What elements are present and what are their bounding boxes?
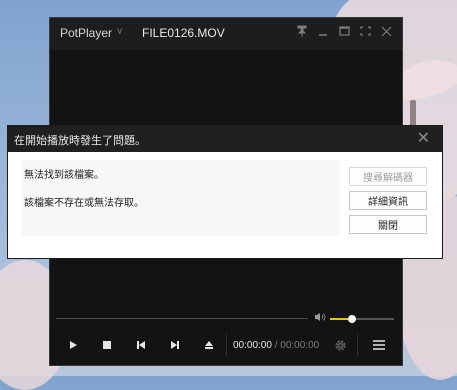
dialog-titlebar: 在開始播放時發生了問題。 ✕ (8, 126, 442, 152)
close-button[interactable]: 關閉 (349, 215, 427, 234)
player-titlebar: PotPlayer ∨ FILE0126.MOV (50, 18, 402, 50)
pin-icon[interactable] (297, 25, 307, 41)
error-message-no-access: 該檔案不存在或無法存取。 (24, 198, 144, 209)
volume-slider[interactable] (330, 315, 394, 323)
time-current: 00:00:00 (233, 339, 272, 351)
brand-menu-caret-icon[interactable]: ∨ (116, 26, 123, 37)
volume-icon[interactable] (314, 312, 326, 325)
time-separator: / (274, 339, 278, 351)
eject-icon[interactable] (192, 330, 226, 360)
minimize-icon[interactable] (318, 25, 328, 41)
time-total: 00:00:00 (280, 339, 320, 351)
dialog-close-icon[interactable]: ✕ (417, 129, 430, 147)
error-dialog: 在開始播放時發生了問題。 ✕ 無法找到該檔案。 該檔案不存在或無法存取。 搜尋解… (7, 125, 443, 259)
control-separator (357, 334, 359, 356)
settings-gear-icon[interactable] (323, 330, 357, 360)
menu-hamburger-icon[interactable] (362, 330, 396, 360)
search-codec-button[interactable]: 搜尋解碼器 (349, 167, 427, 186)
fullscreen-icon[interactable] (360, 25, 371, 41)
stop-icon[interactable] (90, 330, 124, 360)
close-icon[interactable] (381, 25, 392, 41)
next-icon[interactable] (158, 330, 192, 360)
previous-icon[interactable] (124, 330, 158, 360)
play-icon[interactable] (56, 330, 90, 360)
time-display[interactable]: 00:00:00 / 00:00:00 (233, 340, 319, 351)
details-button[interactable]: 詳細資訊 (349, 191, 427, 210)
seek-bar[interactable] (56, 318, 308, 319)
player-brand[interactable]: PotPlayer (60, 26, 112, 40)
volume-knob[interactable] (348, 315, 357, 323)
control-separator (226, 334, 227, 356)
file-title: FILE0126.MOV (142, 26, 225, 40)
error-message-not-found: 無法找到該檔案。 (24, 170, 104, 181)
control-bar: 00:00:00 / 00:00:00 (56, 330, 396, 360)
dialog-title: 在開始播放時發生了問題。 (14, 134, 146, 147)
maximize-icon[interactable] (339, 25, 350, 41)
seek-row (56, 312, 396, 325)
